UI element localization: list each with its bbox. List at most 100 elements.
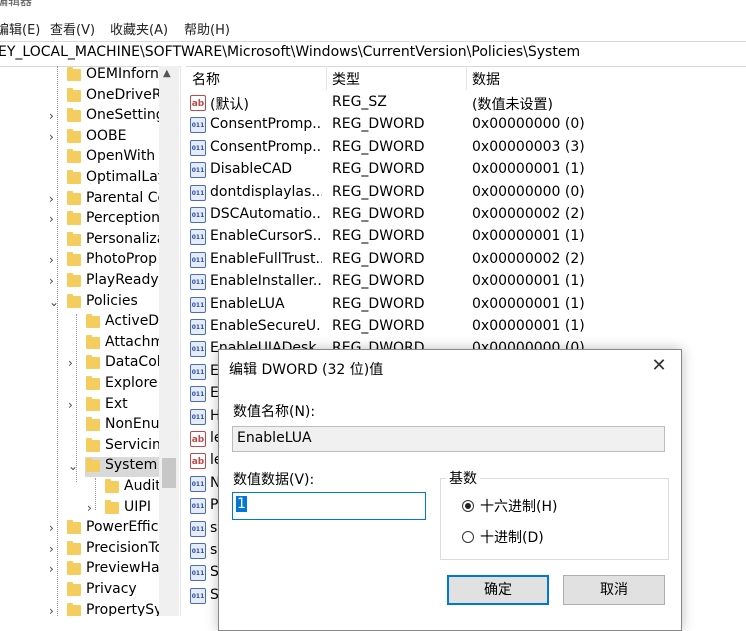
folder-icon <box>67 540 81 555</box>
cell-name: (默认) <box>210 97 249 113</box>
tree-item-label: Servicin <box>105 436 161 453</box>
radio-dec-label[interactable]: 十进制(D) <box>480 527 544 547</box>
menu-view[interactable]: 查看(V) <box>50 19 95 38</box>
close-icon[interactable]: ✕ <box>649 356 669 376</box>
folder-icon <box>67 231 81 246</box>
folder-icon <box>67 87 81 102</box>
dword-value-icon: 011 <box>190 498 206 515</box>
list-row[interactable]: 011 dontdisplaylas... REG_DWORD 0x00000000 … <box>186 182 746 204</box>
cell-type: REG_DWORD <box>332 318 425 334</box>
tree-item-label: ActiveD <box>105 313 160 330</box>
folder-icon <box>67 128 81 143</box>
chevron-right-icon[interactable]: › <box>49 562 61 576</box>
dialog-title: 编辑 DWORD (32 位)值 <box>229 362 384 378</box>
chevron-right-icon[interactable]: › <box>68 398 80 412</box>
tree-item-label: Policies <box>86 292 138 309</box>
tree-item-label: Attachm <box>105 333 165 350</box>
list-row[interactable]: 011 EnableSecureU... REG_DWORD 0x00000001 (… <box>186 316 746 338</box>
list-row[interactable]: ab (默认) REG_SZ (数值未设置) <box>186 92 746 114</box>
dword-value-icon: 011 <box>190 296 206 313</box>
cell-type: REG_DWORD <box>332 250 425 267</box>
cell-type: REG_DWORD <box>332 161 425 178</box>
menu-favorites[interactable]: 收藏夹(A) <box>110 19 168 38</box>
value-data-input[interactable]: 1 <box>232 492 426 520</box>
list-row[interactable]: 011 EnableCursorS... REG_DWORD 0x00000001 (… <box>186 226 746 248</box>
menu-edit[interactable]: 编辑(E) <box>0 19 40 38</box>
tree-scrollbar[interactable]: ▲ <box>159 66 179 616</box>
column-name-header[interactable]: 名称 <box>192 69 220 89</box>
dword-value-icon: 011 <box>190 520 206 537</box>
tree-item-label: PhotoProp <box>86 251 158 268</box>
list-row[interactable]: 011 EnableFullTrust... REG_DWORD 0x00000002… <box>186 249 746 271</box>
cell-type: REG_DWORD <box>332 138 425 155</box>
folder-icon <box>86 396 100 411</box>
cell-name: ConsentPromp... <box>210 138 322 155</box>
list-row[interactable]: 011 DSCAutomatio... REG_DWORD 0x00000002 (2… <box>186 204 746 226</box>
dword-value-icon: 011 <box>190 162 206 179</box>
column-data-header[interactable]: 数据 <box>472 69 500 89</box>
chevron-down-icon[interactable]: ⌄ <box>49 295 61 309</box>
tree-item-label: Parental Co <box>86 189 167 206</box>
dword-value-icon: 011 <box>190 543 206 559</box>
chevron-right-icon[interactable]: › <box>49 130 61 144</box>
column-type-header[interactable]: 类型 <box>332 69 360 89</box>
cell-data: 0x00000002 (2) <box>472 206 585 222</box>
menu-bar: 编辑(E) 查看(V) 收藏夹(A) 帮助(H) <box>0 16 746 40</box>
radio-dec[interactable] <box>462 531 474 543</box>
cell-type: REG_DWORD <box>332 206 425 222</box>
folder-icon <box>67 149 81 164</box>
chevron-right-icon[interactable]: › <box>87 501 99 515</box>
dword-value-icon: 011 <box>190 475 206 492</box>
list-row[interactable]: 011 DisableCAD REG_DWORD 0x00000001 (1) <box>186 159 746 181</box>
menu-help[interactable]: 帮助(H) <box>184 19 230 38</box>
list-header: 名称 类型 数据 <box>186 66 746 90</box>
cell-data: 0x00000001 (1) <box>472 228 585 245</box>
chevron-right-icon[interactable]: › <box>49 109 61 123</box>
cell-type: REG_DWORD <box>332 116 425 133</box>
registry-tree: OEMInforn OneDriveR › OneSetting › OOBE OpenWi… <box>0 66 179 616</box>
chevron-right-icon[interactable]: › <box>49 274 61 288</box>
cell-type: REG_DWORD <box>332 295 425 312</box>
cell-data: (数值未设置) <box>472 97 553 113</box>
chevron-right-icon[interactable]: › <box>49 212 61 226</box>
cell-data: 0x00000001 (1) <box>472 161 585 178</box>
cancel-button[interactable]: 取消 <box>563 575 665 605</box>
chevron-right-icon[interactable]: › <box>49 521 61 535</box>
base-group-title: 基数 <box>446 468 480 488</box>
dword-value-icon: 011 <box>190 251 206 268</box>
list-row[interactable]: 011 ConsentPromp... REG_DWORD 0x00000003 (3… <box>186 137 746 159</box>
edit-dword-dialog: 编辑 DWORD (32 位)值 ✕ 数值名称(N): EnableLUA 数值… <box>218 349 682 631</box>
radio-hex[interactable] <box>462 500 474 512</box>
chevron-right-icon[interactable]: › <box>49 192 61 206</box>
chevron-right-icon[interactable]: › <box>49 604 61 616</box>
chevron-right-icon[interactable]: › <box>49 542 61 556</box>
chevron-down-icon[interactable]: ⌄ <box>68 459 80 473</box>
dword-value-icon: 011 <box>190 184 206 201</box>
tree-item-label: Perception <box>86 210 161 227</box>
folder-icon <box>67 520 81 535</box>
cell-data: 0x00000003 (3) <box>472 138 585 155</box>
scroll-thumb[interactable] <box>162 458 176 488</box>
dword-value-icon: 011 <box>190 274 206 291</box>
address-bar[interactable]: EY_LOCAL_MACHINE\SOFTWARE\Microsoft\Wind… <box>0 41 746 67</box>
cell-type: REG_DWORD <box>332 273 425 290</box>
tree-item-label: OneDriveR <box>86 86 162 103</box>
tree-item-label: OEMInforn <box>86 66 159 82</box>
list-row[interactable]: 011 EnableLUA REG_DWORD 0x00000001 (1) <box>186 294 746 316</box>
chevron-right-icon[interactable]: › <box>68 356 80 370</box>
ok-button[interactable]: 确定 <box>447 575 549 605</box>
dword-value-icon: 011 <box>190 565 206 582</box>
cell-name: DisableCAD <box>210 161 293 178</box>
tree-item-label: Privacy <box>86 581 137 597</box>
list-row[interactable]: 011 ConsentPromp... REG_DWORD 0x00000000 (0… <box>186 114 746 136</box>
radio-hex-label[interactable]: 十六进制(H) <box>480 496 557 516</box>
folder-icon <box>86 334 100 349</box>
list-row[interactable]: 011 EnableInstaller... REG_DWORD 0x00000001… <box>186 271 746 293</box>
folder-icon <box>86 417 100 432</box>
string-value-icon: ab <box>190 95 206 111</box>
cell-data: 0x00000002 (2) <box>472 250 585 267</box>
dword-value-icon: 011 <box>190 408 206 425</box>
chevron-right-icon[interactable]: › <box>49 253 61 267</box>
base-group <box>440 478 669 560</box>
scroll-up-arrow-icon[interactable]: ▲ <box>163 68 171 79</box>
